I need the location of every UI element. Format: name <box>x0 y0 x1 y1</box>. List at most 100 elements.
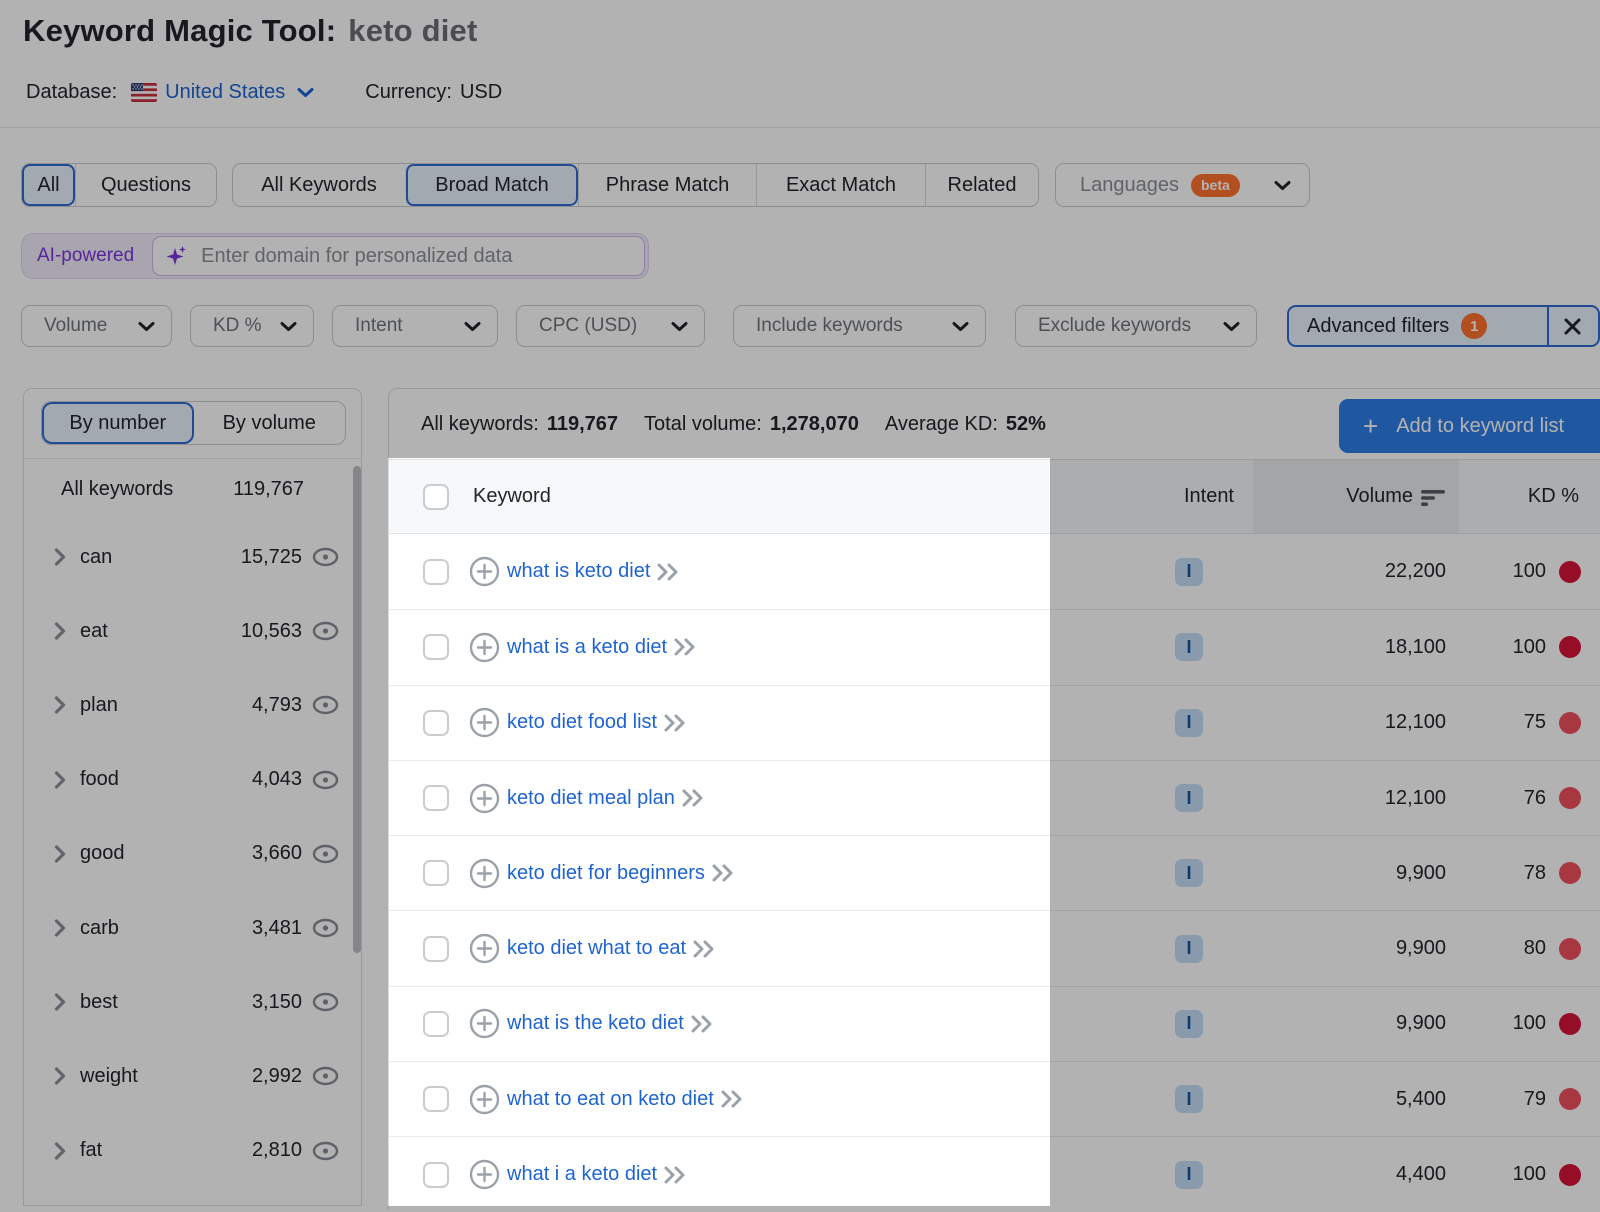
preview-eye-button[interactable] <box>312 621 339 641</box>
keyword-group-weight[interactable]: weight2,992 <box>24 1039 361 1113</box>
advanced-filters-button[interactable]: Advanced filters1 <box>1287 305 1600 347</box>
clear-filters-button[interactable] <box>1563 317 1582 336</box>
row-checkbox[interactable] <box>423 785 449 811</box>
filter-intent[interactable]: Intent <box>332 305 498 347</box>
table-row[interactable]: what to eat on keto dietI5,40079 <box>389 1061 1600 1136</box>
keyword-link[interactable]: keto diet meal plan <box>507 787 675 810</box>
tab-phrase-match[interactable]: Phrase Match <box>578 164 756 206</box>
keyword-group-good[interactable]: good3,660 <box>24 817 361 891</box>
toggle-by-volume[interactable]: By volume <box>194 402 346 444</box>
sidebar-scrollbar[interactable] <box>353 466 361 953</box>
select-all-checkbox[interactable] <box>423 484 449 510</box>
expand-chevron-icon[interactable] <box>54 1067 66 1085</box>
expand-chevron-icon[interactable] <box>54 919 66 937</box>
add-to-keyword-list-button[interactable]: + Add to keyword list <box>1339 399 1600 453</box>
keyword-group-plan[interactable]: plan4,793 <box>24 668 361 742</box>
add-keyword-button[interactable] <box>469 858 500 889</box>
preview-eye-button[interactable] <box>312 1066 339 1086</box>
add-keyword-button[interactable] <box>469 556 500 587</box>
table-row[interactable]: what is keto dietI22,200100 <box>389 534 1600 609</box>
preview-eye-button[interactable] <box>312 547 339 567</box>
keyword-link[interactable]: what is keto diet <box>507 560 650 583</box>
row-checkbox[interactable] <box>423 936 449 962</box>
table-row[interactable]: what is the keto dietI9,900100 <box>389 986 1600 1061</box>
preview-eye-button[interactable] <box>312 918 339 938</box>
row-checkbox[interactable] <box>423 860 449 886</box>
tab-broad-match[interactable]: Broad Match <box>405 164 578 206</box>
open-keyword-button[interactable] <box>711 863 738 883</box>
expand-chevron-icon[interactable] <box>54 548 66 566</box>
keyword-group-food[interactable]: food4,043 <box>24 743 361 817</box>
filter-kd[interactable]: KD % <box>190 305 314 347</box>
sort-descending-icon[interactable] <box>1421 488 1447 506</box>
add-keyword-button[interactable] <box>469 1159 500 1190</box>
filter-volume[interactable]: Volume <box>21 305 172 347</box>
column-volume[interactable]: Volume <box>1346 485 1413 508</box>
open-keyword-button[interactable] <box>663 1165 690 1185</box>
row-checkbox[interactable] <box>423 634 449 660</box>
open-keyword-button[interactable] <box>692 939 719 959</box>
open-keyword-button[interactable] <box>663 713 690 733</box>
expand-chevron-icon[interactable] <box>54 845 66 863</box>
add-keyword-button[interactable] <box>469 707 500 738</box>
all-keywords-row[interactable]: All keywords 119,767 <box>24 459 361 520</box>
expand-chevron-icon[interactable] <box>54 696 66 714</box>
keyword-link[interactable]: what to eat on keto diet <box>507 1088 714 1111</box>
row-checkbox[interactable] <box>423 1011 449 1037</box>
add-keyword-button[interactable] <box>469 1084 500 1115</box>
keyword-group-carb[interactable]: carb3,481 <box>24 891 361 965</box>
filter-exclude-keywords[interactable]: Exclude keywords <box>1015 305 1257 347</box>
table-row[interactable]: keto diet for beginnersI9,90078 <box>389 835 1600 910</box>
column-intent[interactable]: Intent <box>1184 485 1234 508</box>
keyword-link[interactable]: what is the keto diet <box>507 1012 684 1035</box>
keyword-link[interactable]: what is a keto diet <box>507 636 667 659</box>
keyword-link[interactable]: keto diet what to eat <box>507 937 686 960</box>
preview-eye-button[interactable] <box>312 844 339 864</box>
tab-exact-match[interactable]: Exact Match <box>756 164 925 206</box>
keyword-link[interactable]: keto diet for beginners <box>507 862 705 885</box>
preview-eye-button[interactable] <box>312 992 339 1012</box>
open-keyword-button[interactable] <box>673 637 700 657</box>
keyword-group-best[interactable]: best3,150 <box>24 965 361 1039</box>
tab-all-keywords[interactable]: All Keywords <box>233 164 405 206</box>
row-checkbox[interactable] <box>423 1086 449 1112</box>
open-keyword-button[interactable] <box>656 562 683 582</box>
expand-chevron-icon[interactable] <box>54 1142 66 1160</box>
table-row[interactable]: keto diet meal planI12,10076 <box>389 760 1600 835</box>
toggle-by-number[interactable]: By number <box>42 402 194 444</box>
row-checkbox[interactable] <box>423 710 449 736</box>
preview-eye-button[interactable] <box>312 770 339 790</box>
expand-chevron-icon[interactable] <box>54 993 66 1011</box>
tab-all[interactable]: All <box>22 164 75 206</box>
database-value-link[interactable]: United States <box>165 81 285 104</box>
keyword-group-eat[interactable]: eat10,563 <box>24 594 361 668</box>
tab-questions[interactable]: Questions <box>75 164 216 206</box>
filter-include-keywords[interactable]: Include keywords <box>733 305 986 347</box>
table-row[interactable]: keto diet food listI12,10075 <box>389 685 1600 760</box>
column-kd[interactable]: KD % <box>1528 485 1579 508</box>
table-row[interactable]: what is a keto dietI18,100100 <box>389 609 1600 684</box>
filter-cpc-usd[interactable]: CPC (USD) <box>516 305 705 347</box>
keyword-link[interactable]: what i a keto diet <box>507 1163 657 1186</box>
expand-chevron-icon[interactable] <box>54 771 66 789</box>
open-keyword-button[interactable] <box>720 1089 747 1109</box>
languages-dropdown[interactable]: Languages beta <box>1055 163 1310 207</box>
add-keyword-button[interactable] <box>469 783 500 814</box>
keyword-group-fat[interactable]: fat2,810 <box>24 1114 361 1188</box>
column-keyword[interactable]: Keyword <box>473 485 551 508</box>
expand-chevron-icon[interactable] <box>54 622 66 640</box>
preview-eye-button[interactable] <box>312 1141 339 1161</box>
add-keyword-button[interactable] <box>469 1008 500 1039</box>
add-keyword-button[interactable] <box>469 632 500 663</box>
preview-eye-button[interactable] <box>312 695 339 715</box>
chevron-down-icon[interactable] <box>297 87 314 98</box>
table-row[interactable]: keto diet what to eatI9,90080 <box>389 910 1600 985</box>
tab-related[interactable]: Related <box>925 164 1038 206</box>
row-checkbox[interactable] <box>423 559 449 585</box>
keyword-group-can[interactable]: can15,725 <box>24 520 361 594</box>
open-keyword-button[interactable] <box>681 788 708 808</box>
row-checkbox[interactable] <box>423 1162 449 1188</box>
open-keyword-button[interactable] <box>690 1014 717 1034</box>
domain-input-wrap[interactable] <box>152 236 645 276</box>
domain-input[interactable] <box>199 244 632 269</box>
